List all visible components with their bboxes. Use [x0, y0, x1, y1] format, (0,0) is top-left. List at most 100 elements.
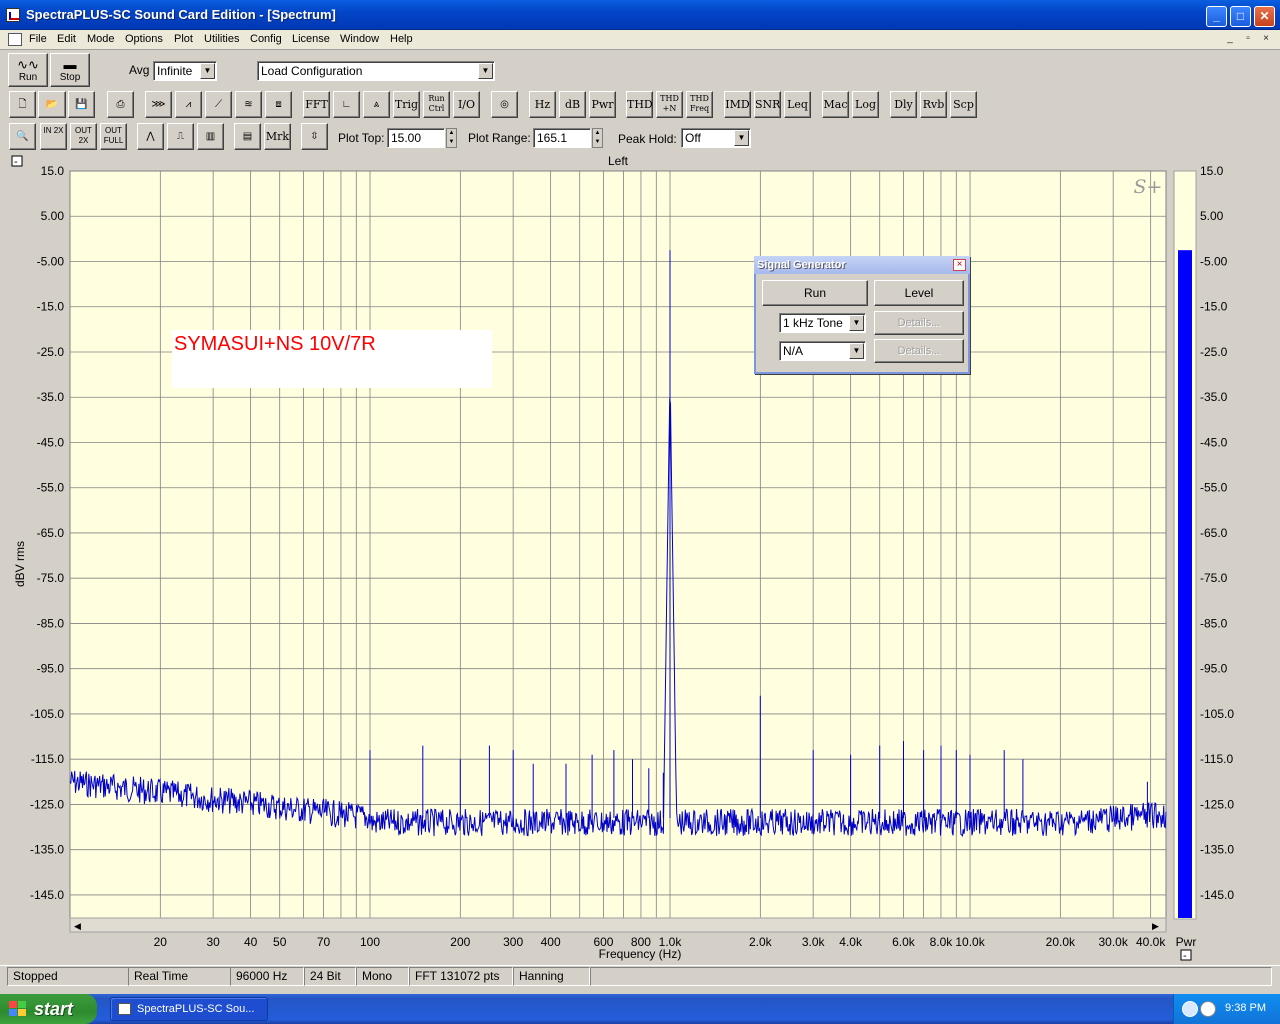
thd-n-button[interactable]: THD +N [656, 91, 683, 118]
chevron-down-icon[interactable]: ▼ [478, 63, 493, 79]
start-button[interactable]: start [0, 994, 97, 1024]
peak-hold-select[interactable]: Off ▼ [681, 128, 751, 148]
chevron-down-icon[interactable]: ▼ [849, 315, 864, 331]
mdi-close-button[interactable]: × [1258, 32, 1274, 47]
zoom-in-button[interactable]: IN 2X [40, 123, 67, 150]
imd-button[interactable]: IMD [724, 91, 751, 118]
stop-button[interactable]: ▬ Stop [50, 53, 90, 87]
signal-generator-close-button[interactable]: × [953, 259, 966, 271]
io-button[interactable]: I/O [453, 91, 480, 118]
menu-window[interactable]: Window [340, 33, 379, 45]
mode-3d-button[interactable]: ⧈ [265, 91, 292, 118]
maximize-button[interactable]: □ [1230, 6, 1251, 27]
mode-spectrum-button[interactable]: ⩘ [175, 91, 202, 118]
print-button[interactable]: ⎙ [107, 91, 134, 118]
minimize-button[interactable]: _ [1206, 6, 1227, 27]
analyze-icon: ⋙ [151, 99, 166, 110]
y-axis-label: dBV rms [13, 541, 27, 587]
thd-freq-button[interactable]: THD Freq [686, 91, 713, 118]
db-button[interactable]: dB [559, 91, 586, 118]
zoom-button[interactable]: 🔍 [9, 123, 36, 150]
tray-expand-icon[interactable] [1182, 1001, 1198, 1017]
menu-plot[interactable]: Plot [174, 33, 193, 45]
log-button[interactable]: Log [852, 91, 879, 118]
plot-range-input[interactable]: 165.1 [533, 128, 591, 148]
power-button[interactable]: Pwr [589, 91, 616, 118]
axis-icon: ∟ [341, 99, 352, 110]
trigger-button[interactable]: Trig [393, 91, 420, 118]
bar-plot-button[interactable]: ▥ [197, 123, 224, 150]
save-button[interactable]: 💾 [68, 91, 95, 118]
data-table-button[interactable]: ▤ [234, 123, 261, 150]
run-button[interactable]: ∿∿ Run [8, 53, 48, 87]
generator-level-button[interactable]: Level [874, 280, 964, 306]
chevron-down-icon[interactable]: ▼ [200, 63, 215, 79]
zoom-out-button[interactable]: OUT 2X [70, 123, 97, 150]
scroll-left-arrow-icon[interactable]: ◀ [74, 921, 81, 931]
snr-button[interactable]: SNR [754, 91, 781, 118]
weighting-button[interactable]: ⩓ [363, 91, 390, 118]
open-file-button[interactable]: 📂 [38, 91, 66, 118]
chevron-down-icon[interactable]: ▼ [734, 130, 749, 146]
thd-button[interactable]: THD [626, 91, 653, 118]
menu-options[interactable]: Options [125, 33, 163, 45]
collapse-toggle[interactable]: - [14, 156, 18, 168]
peak-hold-label: Peak Hold: [618, 132, 677, 146]
close-button[interactable]: ✕ [1254, 6, 1275, 27]
axis-button[interactable]: ∟ [333, 91, 360, 118]
tone-select[interactable]: 1 kHz Tone ▼ [779, 313, 866, 333]
mdi-restore-button[interactable]: ▫ [1240, 32, 1256, 47]
document-icon[interactable] [8, 33, 22, 46]
delay-button[interactable]: Dly [890, 91, 917, 118]
menu-utilities[interactable]: Utilities [204, 33, 239, 45]
menu-mode[interactable]: Mode [87, 33, 115, 45]
x-tick-label: 200 [450, 935, 470, 949]
avg-select[interactable]: Infinite ▼ [153, 61, 217, 81]
mode-analyze-button[interactable]: ⋙ [145, 91, 172, 118]
meter-tick-label: -75.0 [1200, 571, 1228, 585]
scroll-right-arrow-icon[interactable]: ▶ [1152, 921, 1159, 931]
meter-collapse-toggle[interactable]: - [1183, 950, 1187, 962]
app-icon[interactable] [6, 8, 20, 22]
chevron-down-icon[interactable]: ▼ [849, 343, 864, 359]
configuration-select[interactable]: Load Configuration ▼ [257, 61, 495, 81]
x-tick-label: 20 [154, 935, 168, 949]
scope-button[interactable]: Scp [950, 91, 977, 118]
tone-value: 1 kHz Tone [783, 316, 843, 330]
taskbar-item-spectraplus[interactable]: SpectraPLUS-SC Sou... [110, 997, 268, 1021]
menu-file[interactable]: File [29, 33, 47, 45]
plot-range-spinner[interactable]: ▲ ▼ [592, 128, 603, 148]
scale-button[interactable]: ⇳ [301, 123, 328, 150]
menu-license[interactable]: License [292, 33, 330, 45]
macro-button[interactable]: Mac [822, 91, 849, 118]
reverb-button[interactable]: Rvb [920, 91, 947, 118]
leq-button[interactable]: Leq [784, 91, 811, 118]
meter-tick-label: -105.0 [1200, 707, 1234, 721]
run-control-button[interactable]: Run Ctrl [423, 91, 450, 118]
menu-edit[interactable]: Edit [57, 33, 76, 45]
horizontal-scrollbar[interactable] [69, 917, 1167, 933]
generator-run-button[interactable]: Run [762, 280, 868, 306]
plot-top-spinner[interactable]: ▲ ▼ [446, 128, 457, 148]
hz-button[interactable]: Hz [529, 91, 556, 118]
mode-time-button[interactable]: ⟋ [205, 91, 232, 118]
line-plot-button[interactable]: ⋀ [137, 123, 164, 150]
menu-help[interactable]: Help [390, 33, 413, 45]
new-file-button[interactable]: 🗋 [9, 91, 36, 118]
marker-button[interactable]: Mrk [264, 123, 291, 150]
plot-top-input[interactable]: 15.00 [387, 128, 445, 148]
zoom-full-button[interactable]: OUT FULL [100, 123, 127, 150]
floppy-icon: 💾 [75, 99, 88, 110]
annotation-text[interactable]: SYMASUI+NS 10V/7R [174, 333, 376, 355]
plot-area[interactable] [69, 170, 1167, 919]
step-plot-button[interactable]: ⎍ [167, 123, 194, 150]
mode-spectrogram-button[interactable]: ≋ [235, 91, 262, 118]
signal-generator-button[interactable]: ◎ [491, 91, 518, 118]
fft-button[interactable]: FFT [303, 91, 330, 118]
tray-app-icon[interactable] [1200, 1001, 1216, 1017]
y-axis-ticks: 15.0 5.00 -5.00 -15.0 -25.0 -35.0 -45.0 -55.0 -6… [30, 164, 64, 902]
menu-config[interactable]: Config [250, 33, 282, 45]
spectrum-chart[interactable]: - Left 15.05.00-5.00-15.0-25.0-35.0-45.0… [6, 154, 1274, 963]
mode-select[interactable]: N/A ▼ [779, 341, 866, 361]
mdi-minimize-button[interactable]: _ [1222, 32, 1238, 47]
